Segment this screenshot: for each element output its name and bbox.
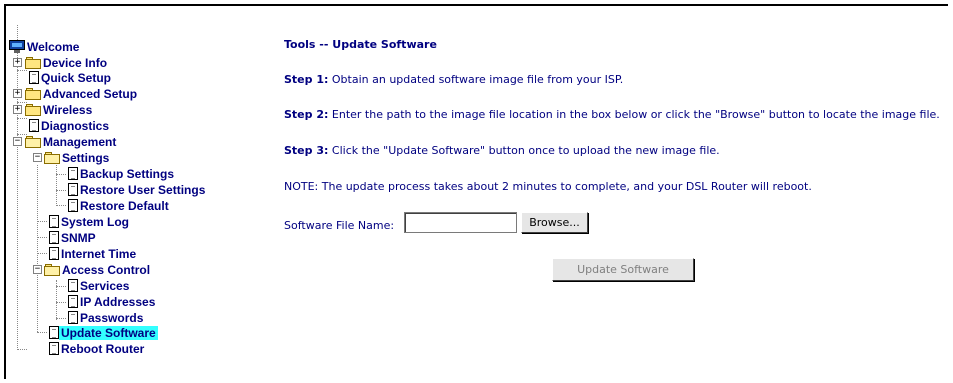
nav-label-settings: Settings — [62, 150, 110, 165]
document-icon — [68, 183, 78, 196]
document-icon — [49, 326, 59, 339]
nav-item-settings[interactable]: Settings — [44, 150, 111, 165]
nav-label-system-log: System Log — [61, 214, 130, 229]
open-folder-icon — [25, 135, 41, 148]
folder-icon — [25, 56, 41, 69]
nav-label-restore-user-settings: Restore User Settings — [80, 182, 206, 197]
document-icon — [49, 215, 59, 228]
step-1-text: Obtain an updated software image file fr… — [328, 73, 624, 86]
software-file-label: Software File Name: — [284, 219, 395, 232]
nav-item-restore-user-settings[interactable]: Restore User Settings — [68, 182, 207, 197]
document-icon — [68, 279, 78, 292]
collapse-toggle-icon[interactable]: − — [13, 137, 22, 146]
open-folder-icon — [44, 263, 60, 276]
nav-label-services: Services — [80, 278, 130, 293]
software-file-input[interactable] — [404, 212, 517, 233]
document-icon — [49, 231, 59, 244]
collapse-toggle-icon[interactable]: − — [33, 153, 42, 162]
nav-label-snmp: SNMP — [61, 230, 96, 245]
step-3-text: Click the "Update Software" button once … — [328, 144, 720, 157]
nav-label-reboot-router: Reboot Router — [61, 341, 145, 356]
nav-item-access-control[interactable]: Access Control — [44, 262, 152, 277]
step-2-text: Enter the path to the image file locatio… — [328, 108, 940, 121]
document-icon — [68, 311, 78, 324]
document-icon — [49, 342, 59, 355]
nav-label-internet-time: Internet Time — [61, 246, 137, 261]
nav-item-system-log[interactable]: System Log — [49, 214, 131, 229]
document-icon — [29, 71, 39, 84]
page-frame: Welcome + Device Info Quick Setup + Adva… — [4, 4, 948, 379]
expand-toggle-icon[interactable]: + — [13, 89, 22, 98]
nav-item-internet-time[interactable]: Internet Time — [49, 246, 138, 261]
document-icon — [29, 119, 39, 132]
nav-label-advanced-setup: Advanced Setup — [43, 86, 138, 101]
nav-item-backup-settings[interactable]: Backup Settings — [68, 166, 176, 181]
nav-item-update-software[interactable]: Update Software — [49, 325, 158, 340]
nav-label-access-control: Access Control — [62, 262, 151, 277]
folder-icon — [25, 103, 41, 116]
nav-item-wireless[interactable]: Wireless — [25, 102, 94, 117]
expand-toggle-icon[interactable]: + — [13, 105, 22, 114]
step-2-label: Step 2: — [284, 108, 329, 121]
expand-toggle-icon[interactable]: + — [13, 58, 22, 67]
nav-item-snmp[interactable]: SNMP — [49, 230, 98, 245]
nav-label-management: Management — [43, 134, 117, 149]
document-icon — [68, 199, 78, 212]
nav-label-restore-default: Restore Default — [80, 198, 169, 213]
nav-item-quick-setup[interactable]: Quick Setup — [29, 70, 113, 85]
browse-button[interactable]: Browse... — [521, 212, 588, 233]
nav-label-diagnostics: Diagnostics — [41, 118, 110, 133]
nav-label-update-software: Update Software — [59, 325, 158, 340]
nav-label-device-info: Device Info — [43, 55, 108, 70]
nav-item-diagnostics[interactable]: Diagnostics — [29, 118, 111, 133]
document-icon — [49, 247, 59, 260]
computer-icon — [9, 40, 25, 53]
nav-item-reboot-router[interactable]: Reboot Router — [49, 341, 146, 356]
nav-item-passwords[interactable]: Passwords — [68, 310, 145, 325]
open-folder-icon — [44, 151, 60, 164]
page-title: Tools -- Update Software — [284, 38, 437, 51]
nav-item-welcome[interactable]: Welcome — [9, 39, 81, 54]
step-1: Step 1: Obtain an updated software image… — [284, 73, 623, 86]
nav-item-management[interactable]: Management — [25, 134, 118, 149]
nav-label-passwords: Passwords — [80, 310, 144, 325]
nav-label-wireless: Wireless — [43, 102, 93, 117]
nav-label-backup-settings: Backup Settings — [80, 166, 175, 181]
document-icon — [68, 167, 78, 180]
folder-icon — [25, 87, 41, 100]
nav-item-ip-addresses[interactable]: IP Addresses — [68, 294, 157, 309]
step-3: Step 3: Click the "Update Software" butt… — [284, 144, 720, 157]
step-2: Step 2: Enter the path to the image file… — [284, 108, 940, 121]
nav-label-welcome: Welcome — [27, 39, 80, 54]
step-3-label: Step 3: — [284, 144, 329, 157]
nav-label-ip-addresses: IP Addresses — [80, 294, 156, 309]
update-software-button[interactable]: Update Software — [552, 258, 694, 281]
nav-item-services[interactable]: Services — [68, 278, 131, 293]
update-note: NOTE: The update process takes about 2 m… — [284, 180, 812, 193]
document-icon — [68, 295, 78, 308]
nav-item-restore-default[interactable]: Restore Default — [68, 198, 171, 213]
step-1-label: Step 1: — [284, 73, 329, 86]
nav-item-advanced-setup[interactable]: Advanced Setup — [25, 86, 139, 101]
nav-item-device-info[interactable]: Device Info — [25, 55, 109, 70]
collapse-toggle-icon[interactable]: − — [33, 265, 42, 274]
nav-label-quick-setup: Quick Setup — [41, 70, 112, 85]
